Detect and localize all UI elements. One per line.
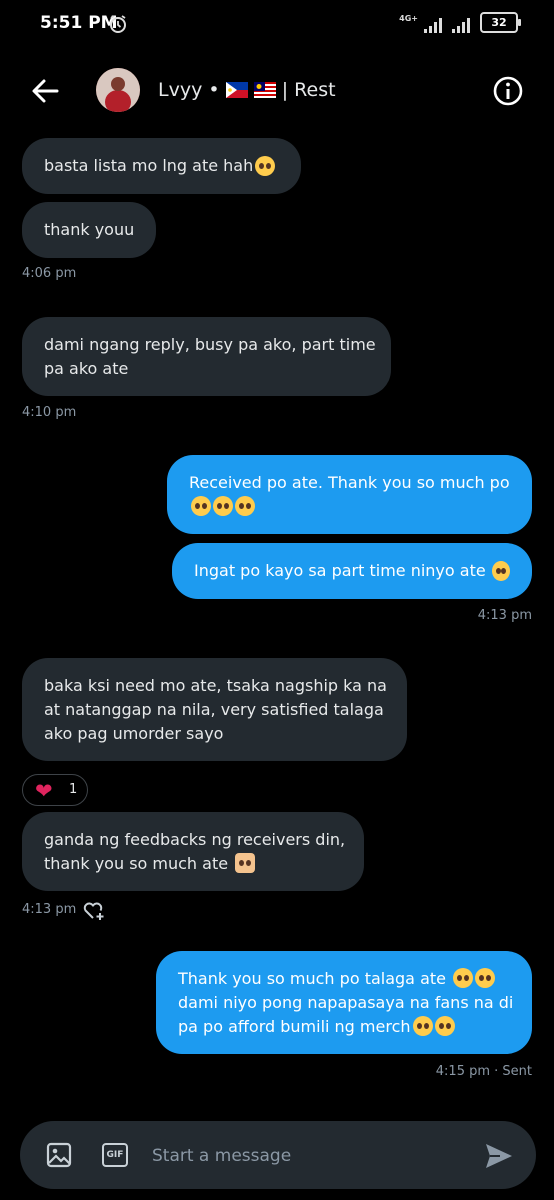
message-text-line: baka ksi need mo ate, tsaka nagship ka n… [44, 675, 387, 695]
message-text-line: pa ako ate [44, 358, 129, 378]
signal-icon-2 [452, 18, 470, 33]
pleading-face-emoji-icon [412, 1015, 433, 1036]
pleading-face-emoji-icon [434, 1015, 455, 1036]
heart-icon: ❤ [35, 779, 53, 803]
heart-reaction-badge[interactable]: ❤ 1 [22, 774, 88, 806]
message-text-line: Received po ate. Thank you so much po [189, 472, 510, 492]
alarm-icon [110, 15, 126, 33]
message-text: thank you so much ate [44, 853, 229, 873]
message-incoming[interactable]: baka ksi need mo ate, tsaka nagship ka n… [22, 658, 407, 761]
signal-icon [424, 18, 442, 33]
add-reaction-icon[interactable] [82, 899, 106, 921]
message-timestamp: 4:13 pm [477, 608, 532, 623]
back-arrow-icon[interactable] [30, 76, 60, 106]
message-text: Thank you so much po talaga ate [178, 968, 446, 988]
message-text: thank youu [44, 220, 135, 239]
message-timestamp-sent: 4:15 pm · Sent [435, 1064, 532, 1079]
message-text-line: pa po afford bumili ng merch [178, 1015, 455, 1039]
message-text-line: ako pag umorder sayo [44, 723, 224, 743]
pleading-face-emoji-icon [191, 495, 211, 516]
battery-icon: 32 [480, 12, 521, 33]
message-outgoing[interactable]: Received po ate. Thank you so much po [167, 455, 532, 534]
heart-hands-emoji-icon [235, 852, 256, 873]
contact-name-suffix: | Rest [281, 79, 336, 101]
message-incoming[interactable]: dami ngang reply, busy pa ako, part time… [22, 317, 391, 396]
network-type: 4G+ [399, 14, 418, 23]
gif-icon[interactable]: GIF [102, 1143, 128, 1167]
message-text-line: Thank you so much po talaga ate [178, 967, 496, 991]
pleading-face-emoji-icon [453, 967, 474, 988]
status-time: 5:51 PM [40, 13, 118, 33]
message-text: basta lista mo lng ate hah [44, 156, 254, 175]
status-bar: 5:51 PM 4G+ 32 [0, 0, 554, 48]
avatar[interactable] [96, 68, 140, 112]
message-text: Ingat po kayo sa part time ninyo ate [194, 561, 486, 580]
message-timestamp: 4:06 pm [22, 266, 77, 281]
status-indicators: 4G+ 32 [399, 12, 521, 33]
pleading-face-emoji-icon [475, 967, 496, 988]
message-text-line: thank you so much ate [44, 852, 256, 876]
smiling-face-with-hearts-emoji-icon [491, 561, 510, 581]
message-composer: GIF [20, 1121, 536, 1189]
message-text-line: dami niyo pong napapasaya na fans na di [178, 992, 514, 1012]
message-text-line: dami ngang reply, busy pa ako, part time [44, 334, 376, 354]
message-text-line: ganda ng feedbacks ng receivers din, [44, 829, 346, 849]
send-icon[interactable] [484, 1142, 514, 1170]
message-timestamp: 4:13 pm [22, 902, 77, 917]
message-timestamp: 4:10 pm [22, 405, 77, 420]
message-text-line: at natanggap na nila, very satisfied tal… [44, 699, 384, 719]
pleading-face-emoji-icon [255, 156, 276, 176]
message-incoming[interactable]: ganda ng feedbacks ng receivers din, tha… [22, 812, 364, 891]
message-incoming[interactable]: thank youu [22, 202, 156, 258]
pleading-face-emoji-icon [213, 495, 233, 516]
reaction-count: 1 [69, 782, 78, 797]
conversation-header: Lvyy • | Rest [0, 60, 554, 122]
message-input[interactable] [150, 1145, 454, 1167]
info-icon[interactable] [492, 75, 524, 107]
philippines-flag-icon [225, 82, 248, 98]
malaysia-flag-icon [253, 82, 276, 98]
contact-name-text: Lvyy • [158, 79, 220, 101]
message-outgoing[interactable]: Ingat po kayo sa part time ninyo ate [172, 543, 532, 599]
message-incoming[interactable]: basta lista mo lng ate hah [22, 138, 301, 194]
image-icon[interactable] [46, 1142, 72, 1168]
message-outgoing[interactable]: Thank you so much po talaga ate dami niy… [156, 951, 532, 1054]
message-text: pa po afford bumili ng merch [178, 1016, 411, 1036]
message-emoji-line [189, 495, 255, 519]
pleading-face-emoji-icon [235, 495, 255, 516]
contact-name[interactable]: Lvyy • | Rest [158, 79, 336, 101]
